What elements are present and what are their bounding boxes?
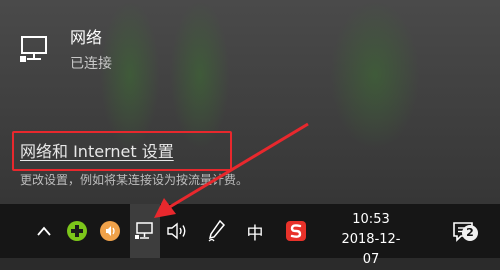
volume-icon bbox=[167, 222, 186, 240]
taskbar: 中 10:53 2018-12-07 bbox=[0, 204, 500, 267]
network-flyout: 网络 已连接 网络和 Internet 设置 更改设置，例如将某连接设为按流量计… bbox=[0, 0, 500, 204]
clock-time: 10:53 bbox=[352, 212, 390, 227]
chevron-up-icon bbox=[37, 226, 51, 236]
network-icon bbox=[135, 222, 153, 239]
network-internet-settings-link[interactable]: 网络和 Internet 设置 bbox=[20, 141, 174, 163]
tray-app-orange[interactable] bbox=[97, 204, 123, 258]
show-hidden-icons-button[interactable] bbox=[32, 204, 56, 258]
clock-button[interactable]: 10:53 2018-12-07 bbox=[334, 210, 408, 270]
background-blur bbox=[170, 0, 230, 150]
clock-date: 2018-12-07 bbox=[341, 232, 401, 267]
sogou-icon bbox=[286, 221, 306, 241]
network-status: 已连接 bbox=[70, 56, 112, 72]
settings-description: 更改设置，例如将某连接设为按流量计费。 bbox=[20, 173, 249, 187]
ime-mode-label: 中 bbox=[246, 223, 264, 244]
network-ethernet-icon bbox=[20, 36, 47, 62]
pen-icon bbox=[208, 219, 226, 242]
sogou-ime-button[interactable] bbox=[282, 204, 310, 258]
tray-app-green[interactable] bbox=[64, 204, 90, 258]
network-name: 网络 bbox=[70, 28, 103, 47]
orange-speaker-app-icon bbox=[100, 221, 120, 241]
network-tray-button[interactable] bbox=[130, 204, 160, 258]
plus-green-icon bbox=[67, 221, 87, 241]
notification-count-badge: 2 bbox=[462, 225, 478, 241]
windows-ink-button[interactable] bbox=[203, 204, 229, 258]
input-method-button[interactable]: 中 bbox=[241, 204, 269, 258]
network-connection-item[interactable]: 网络 已连接 bbox=[20, 28, 112, 74]
background-blur bbox=[100, 0, 160, 150]
background-blur bbox=[330, 0, 420, 150]
volume-button[interactable] bbox=[163, 204, 191, 258]
